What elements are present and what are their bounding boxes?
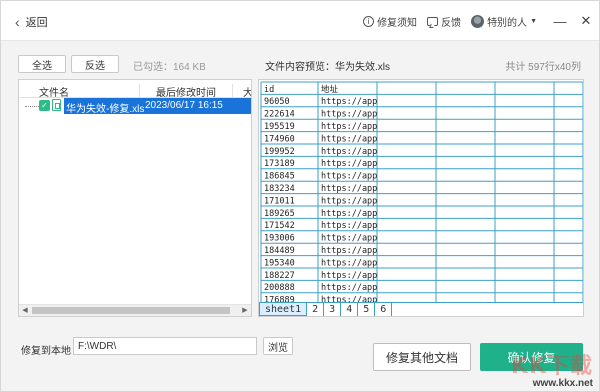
sheet-cell: https://app	[321, 122, 377, 132]
sheet-cell: https://app	[321, 159, 377, 169]
repair-notice-link[interactable]: i 修复须知	[363, 14, 417, 29]
feedback-link[interactable]: 反馈	[427, 14, 461, 29]
sheet-cell: https://app	[321, 221, 377, 231]
sheet-cell: 174960	[264, 134, 295, 144]
sheet-tab-bar: sheet1 2 3 4 5 6	[259, 302, 583, 316]
message-icon	[427, 16, 439, 26]
repair-other-button[interactable]: 修复其他文档	[373, 343, 471, 371]
file-list: 文件名 最后修改时间 大 ✓ 华为失效-修复.xls 2023/06/17 16…	[18, 79, 252, 317]
close-button[interactable]: ✕	[573, 13, 599, 29]
info-icon: i	[363, 15, 375, 27]
file-name: 华为失效-修复.xls	[66, 104, 145, 115]
sheet-cell: 173189	[264, 159, 295, 169]
destination-label: 修复到本地	[21, 346, 71, 357]
sheet-cell: https://app	[321, 283, 377, 293]
watermark-logo: KK下载	[510, 354, 593, 379]
sheet-cell: 186845	[264, 172, 295, 182]
excel-file-icon	[52, 99, 61, 111]
sheet-tab-5[interactable]: 5	[358, 303, 376, 316]
scrollbar-thumb[interactable]	[32, 307, 230, 314]
sheet-cell: https://app	[321, 97, 377, 107]
sheet-tab-6[interactable]: 6	[375, 303, 393, 316]
preview-title: 文件内容预览：华为失效.xls	[265, 62, 390, 73]
feedback-label: 反馈	[441, 17, 462, 29]
sheet-cell: https://app	[321, 110, 377, 120]
sheet-cell: 188227	[264, 271, 295, 281]
sheet-cell: 171011	[264, 196, 295, 206]
selected-size: 已勾选：164 KB	[133, 62, 206, 73]
file-list-header: 文件名 最后修改时间 大	[19, 80, 251, 102]
sheet-cell: https://app	[321, 172, 377, 182]
sheet-cell: https://app	[321, 234, 377, 244]
file-row-selection[interactable]: 华为失效-修复.xls 2023/06/17 16:15 164	[64, 98, 252, 115]
file-row[interactable]: ✓ 华为失效-修复.xls 2023/06/17 16:15 164	[19, 98, 252, 115]
scroll-left-icon[interactable]: ◀	[19, 305, 31, 316]
caret-down-icon: ▼	[530, 17, 537, 25]
horizontal-scrollbar[interactable]: ◀ ▶	[19, 304, 251, 316]
sheet-header-cell: id	[264, 85, 274, 95]
minimize-button[interactable]: —	[547, 14, 573, 29]
repair-notice-label: 修复须知	[377, 17, 418, 29]
watermark-url: www.kkx.net	[532, 378, 593, 389]
sheet-tab-sheet1[interactable]: sheet1	[259, 303, 308, 316]
watermark: KK下载 www.kkx.net	[510, 354, 593, 390]
sheet-grid: id 地址 96050 https://app 222614 https://app 195…	[260, 81, 583, 302]
file-modified: 2023/06/17 16:15	[145, 100, 223, 111]
sheet-cell: 195519	[264, 122, 295, 132]
scroll-right-icon[interactable]: ▶	[239, 305, 251, 316]
sheet-cell: 183234	[264, 184, 295, 194]
column-header-modified[interactable]: 最后修改时间	[156, 84, 216, 99]
sheet-cell: https://app	[321, 209, 377, 219]
sheet-cell: 193006	[264, 234, 295, 244]
title-bar: ‹ 返回 i 修复须知 反馈 特别的人 ▼ — ✕	[1, 1, 599, 41]
sheet-cell: https://app	[321, 271, 377, 281]
sheet-cell: 195340	[264, 258, 295, 268]
sheet-cell: https://app	[321, 134, 377, 144]
file-size: 164	[251, 100, 252, 111]
column-header-size[interactable]: 大	[243, 84, 251, 99]
user-name: 特别的人	[487, 17, 528, 29]
sheet-cell: 200888	[264, 283, 295, 293]
sheet-tab-3[interactable]: 3	[324, 303, 342, 316]
checkbox-checked-icon[interactable]: ✓	[39, 100, 50, 111]
sheet-cell: https://app	[321, 147, 377, 157]
sheet-cell: https://app	[321, 258, 377, 268]
sheet-header-cell: 地址	[321, 84, 339, 95]
sheet-preview: id 地址 96050 https://app 222614 https://app 195…	[258, 79, 584, 317]
row-col-count: 共计 597行x40列	[505, 62, 581, 73]
column-header-name[interactable]: 文件名	[39, 84, 69, 99]
sheet-cell: https://app	[321, 184, 377, 194]
select-all-button[interactable]: 全选	[18, 55, 66, 73]
sheet-cell: 189265	[264, 209, 295, 219]
invert-selection-button[interactable]: 反选	[71, 55, 119, 73]
destination-path-input[interactable]	[73, 337, 257, 355]
repair-dialog: ‹ 返回 i 修复须知 反馈 特别的人 ▼ — ✕ 全选 反选 已勾选：164 …	[0, 0, 600, 392]
sheet-cell: https://app	[321, 196, 377, 206]
sheet-cell: 222614	[264, 110, 295, 120]
user-menu[interactable]: 特别的人 ▼	[471, 14, 537, 29]
chevron-left-icon: ‹	[15, 14, 20, 30]
sheet-tab-2[interactable]: 2	[307, 303, 325, 316]
sheet-tab-4[interactable]: 4	[341, 303, 359, 316]
sheet-cell: 96050	[264, 97, 290, 107]
back-label: 返回	[25, 17, 48, 29]
sheet-cell: 199952	[264, 147, 295, 157]
back-button[interactable]: ‹ 返回	[15, 14, 48, 30]
browse-button[interactable]: 浏览	[263, 337, 293, 355]
sheet-cell: 171542	[264, 221, 295, 231]
sheet-cell: https://app	[321, 246, 377, 256]
avatar	[471, 14, 485, 28]
sheet-cell: 184489	[264, 246, 295, 256]
